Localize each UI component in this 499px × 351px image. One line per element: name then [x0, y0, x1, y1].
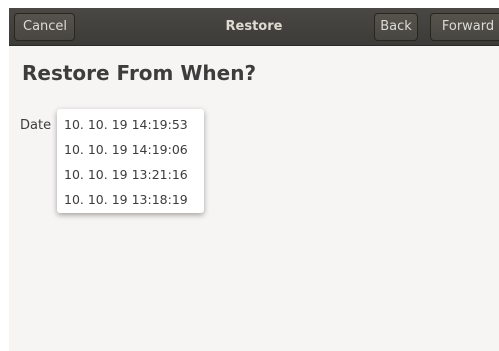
- back-button[interactable]: Back: [374, 13, 418, 41]
- date-dropdown-popup: 10. 10. 19 14:19:53 10. 10. 19 14:19:06 …: [57, 109, 204, 213]
- date-option-1[interactable]: 10. 10. 19 14:19:53: [57, 112, 204, 137]
- cancel-button[interactable]: Cancel: [14, 13, 75, 41]
- forward-button[interactable]: Forward: [430, 13, 499, 41]
- header-bar: Restore Cancel Back Forward: [9, 8, 499, 46]
- restore-dialog-window: Restore Cancel Back Forward Restore From…: [9, 8, 499, 351]
- date-label: Date: [20, 118, 52, 133]
- window-title: Restore: [225, 19, 283, 34]
- date-option-3[interactable]: 10. 10. 19 13:21:16: [57, 162, 204, 187]
- page-title: Restore From When?: [22, 61, 257, 85]
- date-option-2[interactable]: 10. 10. 19 14:19:06: [57, 137, 204, 162]
- date-option-4[interactable]: 10. 10. 19 13:18:19: [57, 187, 204, 212]
